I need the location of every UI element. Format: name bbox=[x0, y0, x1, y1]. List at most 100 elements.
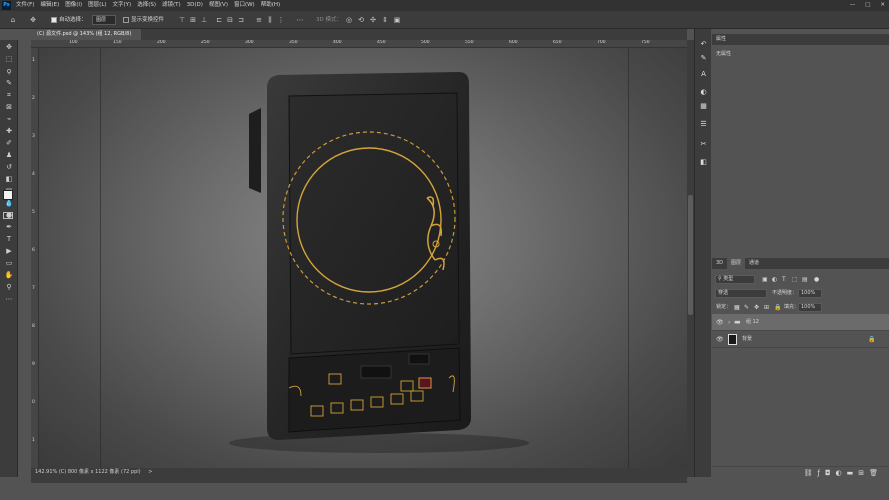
tab-3d[interactable]: 3D bbox=[712, 258, 727, 269]
3d-roll-icon[interactable]: ⟲ bbox=[357, 16, 365, 24]
layer-row-background[interactable]: 👁 背景 🔒 bbox=[712, 331, 889, 348]
fx-icon[interactable]: ƒ bbox=[817, 469, 824, 477]
more-tools-icon[interactable]: ⋯ bbox=[0, 294, 18, 305]
lock-all-icon[interactable]: 🔒 bbox=[774, 301, 781, 314]
status-expand-arrow[interactable]: > bbox=[148, 469, 152, 475]
distribute-h-icon[interactable]: ⫼ bbox=[266, 16, 274, 24]
adjustment-icon[interactable]: ◐ bbox=[836, 469, 847, 477]
auto-select-checkbox[interactable]: 自动选择： bbox=[51, 11, 87, 29]
auto-select-dropdown[interactable]: 图层 bbox=[92, 15, 116, 25]
fill-field[interactable]: 100% bbox=[798, 303, 822, 312]
filter-type-icon[interactable]: T bbox=[782, 273, 786, 286]
lock-position-icon[interactable]: ✥ bbox=[754, 301, 759, 314]
mask-icon[interactable]: ◘ bbox=[825, 469, 836, 477]
3d-pan-icon[interactable]: ✣ bbox=[369, 16, 377, 24]
document-tab[interactable]: (C) 源文件.psd @ 143% (组 12, RGB/8) × bbox=[31, 29, 141, 48]
pen-tool-icon[interactable]: ✒ bbox=[0, 222, 18, 233]
vertical-scroll-thumb[interactable] bbox=[688, 195, 693, 315]
libraries-panel-icon[interactable]: ☰ bbox=[698, 119, 709, 130]
frame-tool-icon[interactable]: ⊠ bbox=[0, 102, 18, 113]
photoshop-logo[interactable]: Ps bbox=[2, 1, 11, 10]
eyedropper-icon[interactable]: ⌁ bbox=[0, 114, 18, 125]
folder-icon[interactable]: ▬ bbox=[847, 469, 859, 477]
menu-type[interactable]: 文字(Y) bbox=[113, 0, 132, 11]
menu-select[interactable]: 选择(S) bbox=[137, 0, 156, 11]
home-icon[interactable]: ⌂ bbox=[9, 16, 17, 24]
character-panel-icon[interactable]: A bbox=[698, 69, 709, 80]
filter-smart-object-icon[interactable]: ▤ bbox=[802, 273, 808, 286]
color-panel-icon[interactable]: ◐ bbox=[698, 87, 709, 98]
styles-panel-icon[interactable]: ◧ bbox=[698, 157, 709, 168]
align-left-icon[interactable]: ⊏ bbox=[215, 16, 223, 24]
menu-layer[interactable]: 图层(L) bbox=[88, 0, 106, 11]
document-canvas[interactable] bbox=[39, 48, 687, 468]
filter-toggle-icon[interactable]: ● bbox=[814, 273, 819, 286]
type-tool-icon[interactable]: T bbox=[0, 234, 18, 245]
move-tool-icon[interactable]: ✥ bbox=[0, 42, 18, 53]
visibility-eye-icon[interactable]: 👁 bbox=[716, 314, 724, 331]
swatches-panel-icon[interactable]: ▦ bbox=[698, 101, 709, 112]
tab-layers[interactable]: 图层 bbox=[727, 258, 746, 269]
history-panel-icon[interactable]: ↶ bbox=[698, 39, 709, 50]
menu-edit[interactable]: 编辑(E) bbox=[40, 0, 59, 11]
3d-slide-icon[interactable]: ⇕ bbox=[381, 16, 389, 24]
align-top-icon[interactable]: ⊤ bbox=[178, 16, 186, 24]
brush-settings-icon[interactable]: ✎ bbox=[698, 53, 709, 64]
clone-stamp-icon[interactable]: ♟ bbox=[0, 150, 18, 161]
close-window-button[interactable]: ✕ bbox=[880, 0, 885, 11]
quick-mask-icon[interactable] bbox=[3, 212, 13, 219]
show-transform-checkbox[interactable]: 显示变换控件 bbox=[123, 11, 164, 29]
lock-pixels-icon[interactable]: ✎ bbox=[744, 301, 749, 314]
eraser-tool-icon[interactable]: ◧ bbox=[0, 174, 18, 185]
menu-help[interactable]: 帮助(H) bbox=[261, 0, 280, 11]
tab-channels[interactable]: 通道 bbox=[745, 258, 763, 269]
distribute-icon[interactable]: ≡ bbox=[255, 16, 263, 24]
align-hcenter-icon[interactable]: ⊟ bbox=[226, 16, 234, 24]
align-vcenter-icon[interactable]: ⊞ bbox=[189, 16, 197, 24]
more-options-icon[interactable]: ⋯ bbox=[296, 16, 304, 24]
filter-adjustment-icon[interactable]: ◐ bbox=[772, 273, 777, 286]
path-select-icon[interactable]: ▶ bbox=[0, 246, 18, 257]
3d-scale-icon[interactable]: ▣ bbox=[393, 16, 401, 24]
maximize-button[interactable]: □ bbox=[865, 0, 870, 11]
zoom-tool-icon[interactable]: ⚲ bbox=[0, 282, 18, 293]
3d-orbit-icon[interactable]: ◎ bbox=[345, 16, 353, 24]
blend-mode-dropdown[interactable]: 穿透 bbox=[715, 289, 767, 298]
trash-icon[interactable]: 🗑 bbox=[869, 469, 883, 477]
new-layer-icon[interactable]: ⊞ bbox=[858, 469, 869, 477]
quick-select-icon[interactable]: ✎ bbox=[0, 78, 18, 89]
opacity-field[interactable]: 100% bbox=[798, 289, 822, 298]
healing-brush-icon[interactable]: ✚ bbox=[0, 126, 18, 137]
properties-tab[interactable]: 属性 bbox=[716, 36, 726, 42]
history-brush-icon[interactable]: ↺ bbox=[0, 162, 18, 173]
marquee-tool-icon[interactable]: ⬚ bbox=[0, 54, 18, 65]
vertical-scrollbar[interactable] bbox=[687, 40, 694, 477]
filter-shape-icon[interactable]: ⬚ bbox=[792, 273, 798, 286]
menu-image[interactable]: 图像(I) bbox=[65, 0, 82, 11]
filter-pixel-icon[interactable]: ▣ bbox=[762, 273, 768, 286]
lasso-tool-icon[interactable]: ϙ bbox=[0, 66, 18, 77]
layer-filter-dropdown[interactable]: ⚲ 类型 bbox=[715, 275, 755, 284]
move-tool-icon[interactable]: ✥ bbox=[29, 16, 37, 24]
rectangle-tool-icon[interactable]: ▭ bbox=[0, 258, 18, 269]
menu-view[interactable]: 视图(V) bbox=[209, 0, 228, 11]
adjustments-panel-icon[interactable]: ✂ bbox=[698, 139, 709, 150]
menu-filter[interactable]: 滤镜(T) bbox=[162, 0, 181, 11]
lock-transparent-icon[interactable]: ▦ bbox=[734, 301, 740, 314]
layer-row-group[interactable]: 👁 › ▬ 组 12 bbox=[712, 314, 889, 331]
foreground-color-swatch[interactable] bbox=[3, 190, 13, 200]
menu-file[interactable]: 文件(F) bbox=[16, 0, 34, 11]
minimize-button[interactable]: — bbox=[850, 0, 856, 11]
lock-artboard-icon[interactable]: ⊞ bbox=[764, 301, 769, 314]
distribute-v-icon[interactable]: ⋮ bbox=[277, 16, 285, 24]
align-bottom-icon[interactable]: ⊥ bbox=[200, 16, 208, 24]
align-right-icon[interactable]: ⊐ bbox=[237, 16, 245, 24]
link-icon[interactable]: ⛓ bbox=[804, 469, 818, 477]
menu-window[interactable]: 窗口(W) bbox=[234, 0, 255, 11]
hand-tool-icon[interactable]: ✋ bbox=[0, 270, 18, 281]
crop-tool-icon[interactable]: ⌗ bbox=[0, 90, 18, 101]
expand-arrow-icon[interactable]: › bbox=[728, 314, 730, 331]
visibility-eye-icon[interactable]: 👁 bbox=[716, 331, 724, 348]
menu-3d[interactable]: 3D(D) bbox=[187, 0, 203, 11]
brush-tool-icon[interactable]: ✐ bbox=[0, 138, 18, 149]
